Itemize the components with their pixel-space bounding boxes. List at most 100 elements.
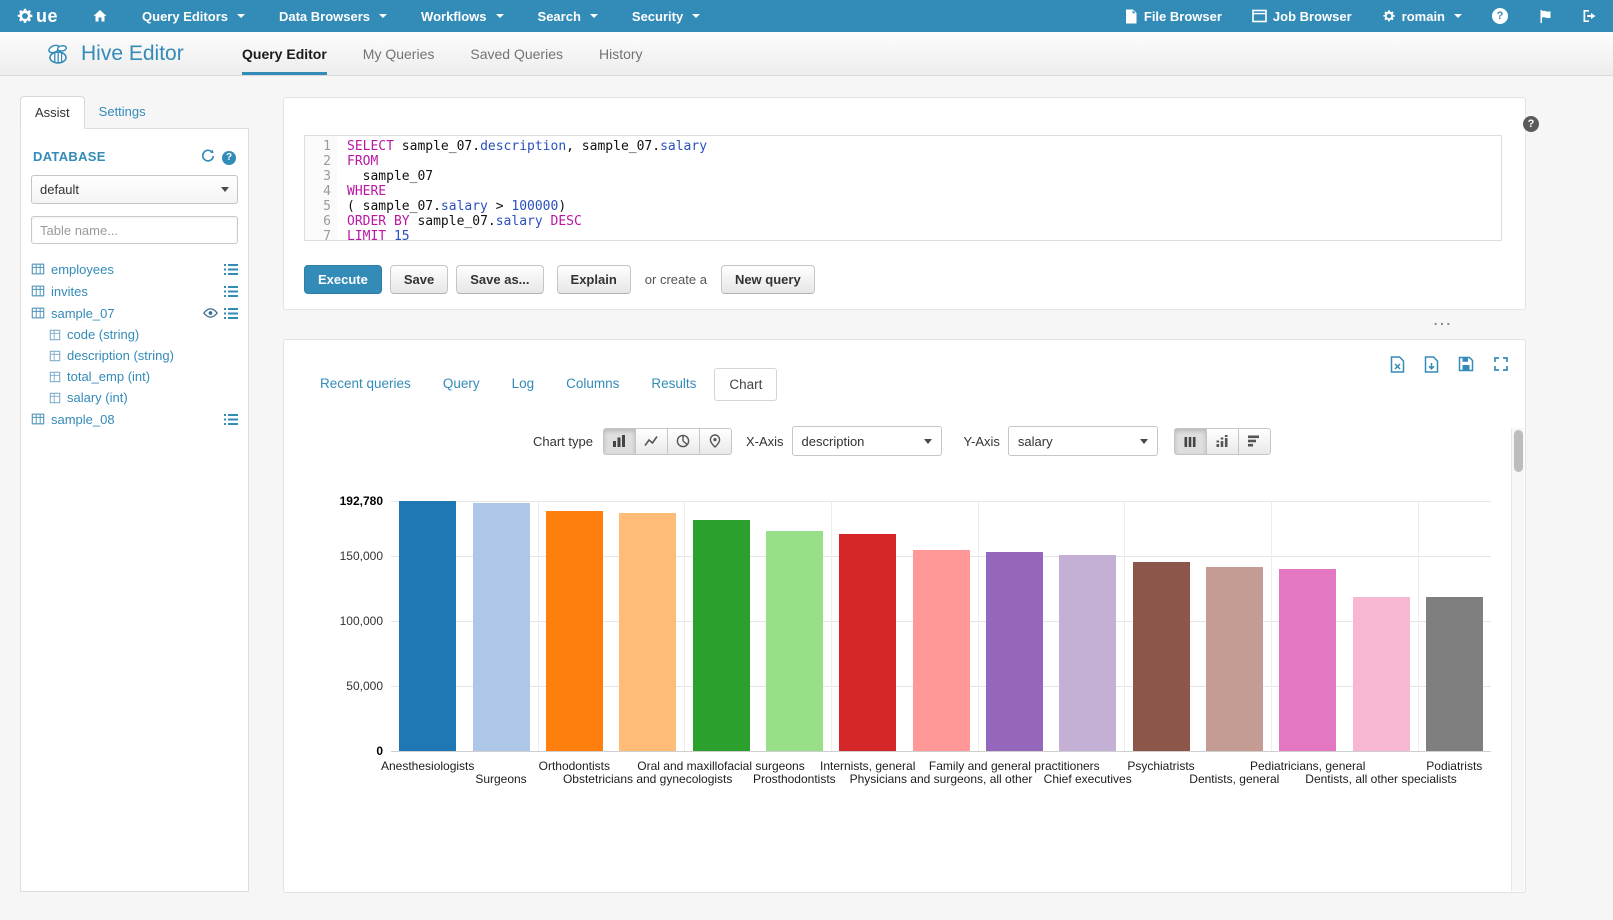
scrollbar-thumb[interactable] bbox=[1514, 430, 1523, 472]
top-navbar: ue Query Editors Data Browsers Workflows… bbox=[0, 0, 1613, 32]
chart-bar[interactable] bbox=[839, 534, 896, 751]
assist-help-icon[interactable]: ? bbox=[222, 147, 236, 165]
table-icon bbox=[31, 412, 45, 426]
database-label: DATABASE bbox=[33, 149, 106, 164]
nav-query-editors[interactable]: Query Editors bbox=[142, 9, 245, 24]
column-item[interactable]: total_emp (int) bbox=[31, 366, 238, 387]
database-select[interactable]: default bbox=[31, 175, 238, 204]
sql-editor[interactable]: 1234567 SELECT sample_07.description, sa… bbox=[304, 135, 1502, 241]
explain-button[interactable]: Explain bbox=[557, 265, 631, 294]
nav-workflows[interactable]: Workflows bbox=[421, 9, 504, 24]
question-icon: ? bbox=[1492, 8, 1508, 24]
table-browse-icon[interactable] bbox=[224, 307, 238, 320]
nav-file-browser[interactable]: File Browser bbox=[1124, 9, 1222, 24]
tab-query-editor[interactable]: Query Editor bbox=[242, 32, 327, 75]
tab-history[interactable]: History bbox=[599, 32, 643, 75]
y-axis-tick-label: 50,000 bbox=[284, 679, 383, 693]
chart-bar[interactable] bbox=[1206, 567, 1263, 751]
chart-bar[interactable] bbox=[1426, 597, 1483, 751]
y-axis-tick-label: 150,000 bbox=[284, 549, 383, 563]
execute-button[interactable]: Execute bbox=[304, 265, 382, 294]
chart-bar[interactable] bbox=[913, 550, 970, 751]
new-query-button[interactable]: New query bbox=[721, 265, 815, 294]
tab-assist[interactable]: Assist bbox=[20, 96, 85, 129]
chart-x-label: Family and general practitioners bbox=[929, 759, 1100, 773]
save-as-button[interactable]: Save as... bbox=[456, 265, 543, 294]
table-row[interactable]: invites bbox=[31, 280, 238, 302]
chart-bar[interactable] bbox=[546, 511, 603, 751]
chart-x-label: Internists, general bbox=[820, 759, 915, 773]
editor-nav-tabs: Query Editor My Queries Saved Queries Hi… bbox=[242, 32, 643, 75]
table-name: employees bbox=[51, 262, 218, 277]
gridline bbox=[1418, 501, 1419, 751]
save-button[interactable]: Save bbox=[390, 265, 448, 294]
refresh-icon[interactable] bbox=[201, 149, 215, 163]
tab-settings[interactable]: Settings bbox=[85, 96, 160, 129]
feedback-flag-button[interactable] bbox=[1538, 9, 1552, 24]
chart-x-label: Obstetricians and gynecologists bbox=[563, 772, 732, 786]
table-filter-input[interactable] bbox=[31, 216, 238, 244]
editor-help-icon[interactable]: ? bbox=[1523, 116, 1539, 132]
column-item[interactable]: code (string) bbox=[31, 324, 238, 345]
chart-x-label: Orthodontists bbox=[539, 759, 610, 773]
caret-down-icon bbox=[496, 14, 504, 18]
chart-bar[interactable] bbox=[986, 552, 1043, 751]
hue-logo[interactable]: ue bbox=[16, 6, 58, 27]
table-row[interactable]: sample_08 bbox=[31, 408, 238, 430]
table-name: sample_08 bbox=[51, 412, 218, 427]
nav-user-menu[interactable]: romain bbox=[1382, 9, 1462, 24]
app-title: Hive Editor bbox=[44, 32, 220, 75]
y-axis-tick-label: 100,000 bbox=[284, 614, 383, 628]
chart-bar[interactable] bbox=[619, 513, 676, 751]
chart-bar[interactable] bbox=[1279, 569, 1336, 751]
column-icon bbox=[49, 350, 61, 362]
editor-actions: Execute Save Save as... Explain or creat… bbox=[304, 265, 815, 294]
query-editor-panel: ? 1234567 SELECT sample_07.description, … bbox=[283, 97, 1526, 310]
chart-x-label: Anesthesiologists bbox=[381, 759, 474, 773]
table-row-sample-07[interactable]: sample_07 bbox=[31, 302, 238, 324]
nav-search[interactable]: Search bbox=[538, 9, 598, 24]
gridline bbox=[831, 501, 832, 751]
chart-root: 050,000100,000150,000192,780Anesthesiolo… bbox=[284, 340, 1525, 892]
nav-security[interactable]: Security bbox=[632, 9, 700, 24]
assist-body: DATABASE ? default employees invites bbox=[20, 128, 249, 892]
home-icon bbox=[92, 8, 108, 24]
chart-bar[interactable] bbox=[693, 520, 750, 751]
chart-bar[interactable] bbox=[766, 531, 823, 751]
chart-bar[interactable] bbox=[399, 501, 456, 751]
logout-button[interactable] bbox=[1582, 9, 1597, 23]
chart-x-label: Prosthodontists bbox=[753, 772, 836, 786]
column-icon bbox=[49, 392, 61, 404]
y-axis-tick-label: 0 bbox=[284, 744, 383, 758]
column-item[interactable]: description (string) bbox=[31, 345, 238, 366]
tab-saved-queries[interactable]: Saved Queries bbox=[470, 32, 563, 75]
table-browse-icon[interactable] bbox=[224, 413, 238, 426]
chart-x-label: Dentists, all other specialists bbox=[1305, 772, 1456, 786]
caret-down-icon bbox=[237, 14, 245, 18]
chart-x-label: Psychiatrists bbox=[1127, 759, 1194, 773]
nav-job-browser[interactable]: Job Browser bbox=[1252, 9, 1352, 24]
chart-x-label: Physicians and surgeons, all other bbox=[850, 772, 1033, 786]
help-button[interactable]: ? bbox=[1492, 8, 1508, 24]
table-name: sample_07 bbox=[51, 306, 197, 321]
table-row[interactable]: employees bbox=[31, 258, 238, 280]
chart-bar[interactable] bbox=[1353, 597, 1410, 751]
chart-bar[interactable] bbox=[1059, 555, 1116, 751]
chart-bar[interactable] bbox=[1133, 562, 1190, 752]
gridline bbox=[1124, 501, 1125, 751]
column-item[interactable]: salary (int) bbox=[31, 387, 238, 408]
caret-down-icon bbox=[1454, 14, 1462, 18]
panel-resize-handle[interactable]: … bbox=[1425, 314, 1459, 328]
page-title: Hive Editor bbox=[81, 42, 184, 66]
results-scrollbar[interactable] bbox=[1511, 428, 1524, 891]
tab-my-queries[interactable]: My Queries bbox=[363, 32, 435, 75]
table-browse-icon[interactable] bbox=[224, 263, 238, 276]
chart-bar[interactable] bbox=[473, 503, 530, 751]
gridline bbox=[538, 501, 539, 751]
preview-eye-icon[interactable] bbox=[203, 307, 218, 319]
table-browse-icon[interactable] bbox=[224, 285, 238, 298]
chart-x-label: Dentists, general bbox=[1189, 772, 1279, 786]
gridline bbox=[978, 501, 979, 751]
nav-data-browsers[interactable]: Data Browsers bbox=[279, 9, 387, 24]
home-button[interactable] bbox=[92, 8, 108, 24]
